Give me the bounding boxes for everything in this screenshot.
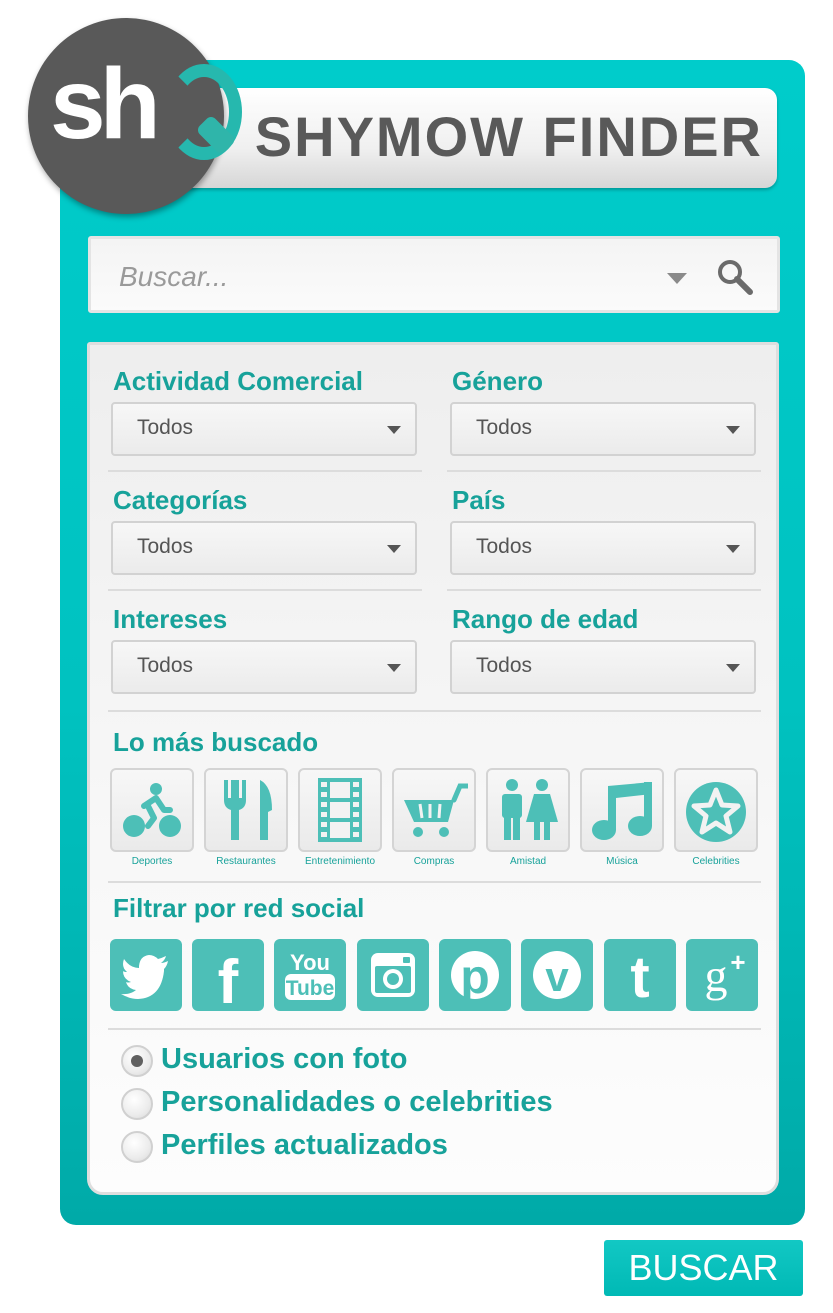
select-pais[interactable]: Todos [450, 521, 756, 575]
shopping-cart-icon [404, 783, 468, 837]
filter-label-intereses: Intereses [113, 604, 228, 634]
vine-glyph: v [545, 953, 569, 1000]
tumblr-icon: t [630, 947, 649, 1003]
popular-amistad[interactable] [486, 768, 570, 852]
cyclist-icon [123, 783, 181, 837]
google-plus-glyph-plus: + [730, 947, 745, 977]
filter-facebook[interactable]: f [192, 939, 264, 1011]
filter-instagram[interactable] [357, 939, 429, 1011]
popular-title: Lo más buscado [113, 727, 319, 757]
popular-label: Restaurantes [216, 856, 276, 867]
google-plus-icon: g + [705, 947, 746, 1001]
filter-label-categorias: Categorías [113, 485, 248, 515]
filter-tumblr[interactable]: t [604, 939, 676, 1011]
title-bar: SHYMOW FINDER [150, 88, 777, 188]
select-value: Todos [137, 535, 194, 558]
divider [108, 470, 422, 472]
popular-entretenimiento[interactable] [298, 768, 382, 852]
vine-icon: v [533, 951, 581, 1000]
popular-restaurantes[interactable] [204, 768, 288, 852]
select-categorias[interactable]: Todos [111, 521, 417, 575]
filter-pinterest[interactable]: p [439, 939, 511, 1011]
search-box [88, 236, 780, 313]
fork-knife-icon [224, 780, 272, 840]
app-title: SHYMOW FINDER [254, 105, 763, 168]
radio-usuarios-con-foto[interactable] [121, 1045, 153, 1077]
twitter-icon [121, 955, 168, 999]
popular-celebrities[interactable] [674, 768, 758, 852]
filter-label-rango-edad: Rango de edad [452, 604, 639, 634]
popular-label: Amistad [509, 856, 547, 867]
film-strip-icon [318, 778, 362, 842]
chevron-down-icon [726, 664, 740, 672]
chevron-down-icon [387, 426, 401, 434]
filter-label-pais: País [452, 485, 506, 515]
filter-label-actividad: Actividad Comercial [113, 366, 363, 396]
facebook-glyph: f [218, 948, 239, 1003]
chevron-down-icon [387, 545, 401, 553]
select-actividad[interactable]: Todos [111, 402, 417, 456]
select-rango-edad[interactable]: Todos [450, 640, 756, 694]
filter-twitter[interactable] [110, 939, 182, 1011]
divider [447, 470, 761, 472]
popular-label: Deportes [131, 856, 173, 867]
popular-musica[interactable] [580, 768, 664, 852]
divider [108, 881, 761, 883]
divider [447, 589, 761, 591]
logo: sh [28, 18, 242, 214]
radio-perfiles-actualizados[interactable] [121, 1131, 153, 1163]
popular-label: Compras [413, 856, 455, 867]
select-value: Todos [476, 535, 533, 558]
select-value: Todos [137, 654, 194, 677]
instagram-icon [371, 953, 415, 997]
chevron-down-icon [387, 664, 401, 672]
pinterest-icon: p [451, 951, 499, 1003]
tumblr-glyph: t [630, 947, 649, 1003]
select-intereses[interactable]: Todos [111, 640, 417, 694]
music-note-icon [592, 782, 652, 840]
radio-label-usuarios-con-foto[interactable]: Usuarios con foto [161, 1043, 408, 1076]
divider [108, 710, 761, 712]
chevron-down-icon [726, 426, 740, 434]
google-plus-glyph: g [705, 950, 728, 1001]
logo-text: sh [50, 48, 161, 160]
select-genero[interactable]: Todos [450, 402, 756, 456]
buscar-button[interactable]: BUSCAR [604, 1240, 803, 1296]
divider [108, 1028, 761, 1030]
filter-youtube[interactable]: You Tube [274, 939, 346, 1011]
filter-google-plus[interactable]: g + [686, 939, 758, 1011]
select-value: Todos [476, 654, 533, 677]
search-input[interactable] [119, 257, 619, 297]
select-value: Todos [137, 416, 194, 439]
divider [108, 589, 422, 591]
pinterest-glyph: p [460, 951, 489, 1003]
popular-compras[interactable] [392, 768, 476, 852]
filter-vine[interactable]: v [521, 939, 593, 1011]
radio-label-personalidades[interactable]: Personalidades o celebrities [161, 1086, 553, 1119]
youtube-glyph-bottom: Tube [286, 977, 335, 1000]
youtube-icon: You Tube [285, 950, 335, 1000]
social-title: Filtrar por red social [113, 893, 365, 923]
radio-personalidades[interactable] [121, 1088, 153, 1120]
filter-label-genero: Género [452, 366, 544, 396]
popular-label: Música [606, 856, 638, 867]
popular-label: Entretenimiento [304, 856, 376, 867]
popular-deportes[interactable] [110, 768, 194, 852]
popular-label: Celebrities [692, 856, 740, 867]
select-value: Todos [476, 416, 533, 439]
chevron-down-icon [726, 545, 740, 553]
facebook-icon: f [218, 948, 239, 1003]
radio-label-perfiles-actualizados[interactable]: Perfiles actualizados [161, 1129, 448, 1162]
star-icon [686, 782, 746, 842]
youtube-glyph-top: You [290, 950, 330, 975]
search-icon[interactable] [715, 257, 755, 297]
search-dropdown-caret-icon[interactable] [667, 273, 687, 284]
people-icon [502, 779, 558, 840]
